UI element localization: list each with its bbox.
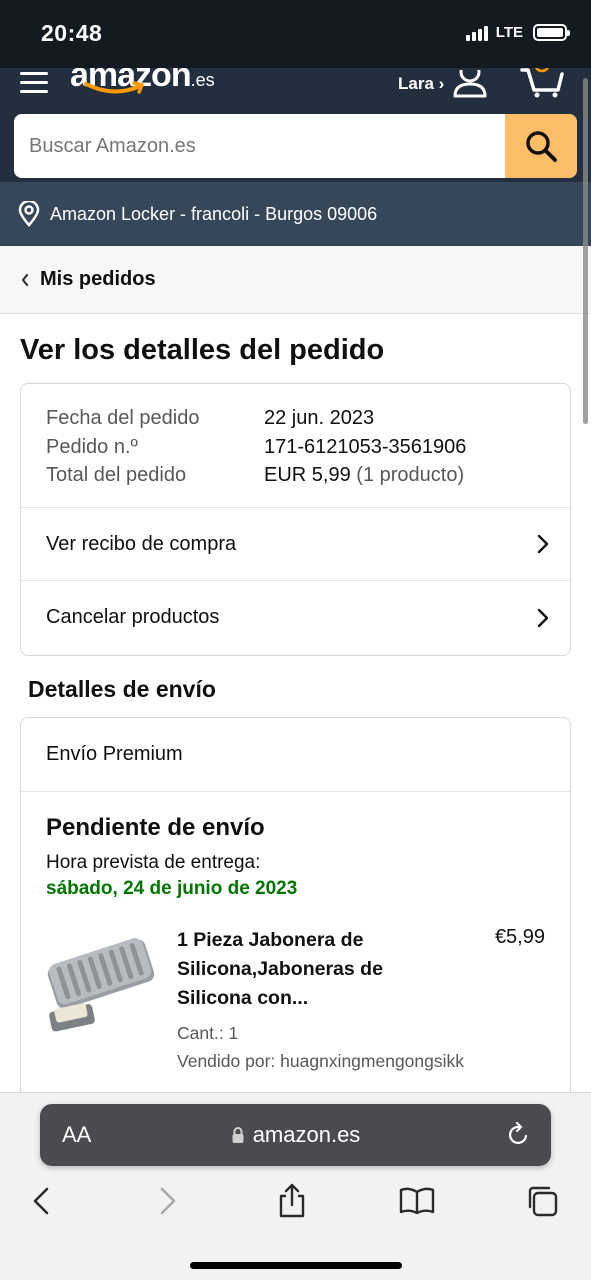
- battery-icon: [533, 24, 570, 41]
- shipping-section-title: Detalles de envío: [28, 676, 216, 702]
- account-label: Lara ›: [398, 74, 445, 93]
- breadcrumb[interactable]: Mis pedidos: [0, 246, 591, 314]
- cart-icon: [520, 68, 564, 98]
- order-total-amount: EUR 5,99: [264, 464, 351, 486]
- product-quantity: Cant.: 1: [177, 1023, 239, 1043]
- bookmarks-button[interactable]: [395, 1179, 439, 1223]
- browser-bottom-bar: AA amazon.es: [0, 1092, 591, 1280]
- search-input[interactable]: [14, 114, 505, 178]
- breadcrumb-label: Mis pedidos: [40, 268, 156, 290]
- amazon-header: amazon.es Lara ›: [0, 68, 591, 182]
- search-bar: [14, 114, 577, 178]
- search-icon: [526, 131, 557, 162]
- view-receipt-link[interactable]: Ver recibo de compra: [21, 508, 570, 581]
- address-bar[interactable]: AA amazon.es: [40, 1104, 551, 1166]
- order-number-label: Pedido n.º: [46, 435, 138, 458]
- chevron-left-icon: [21, 273, 29, 286]
- eta-label: Hora prevista de entrega:: [46, 852, 261, 873]
- forward-button[interactable]: [146, 1179, 190, 1223]
- order-number-value: 171-6121053-3561906: [264, 435, 467, 458]
- order-total-label: Total del pedido: [46, 464, 187, 486]
- order-summary-card: Fecha del pedido 22 jun. 2023 Pedido n.º…: [20, 383, 571, 656]
- delivery-location-bar[interactable]: Amazon Locker - francoli - Burgos 09006: [0, 182, 591, 246]
- shipment-card: Envío Premium Pendiente de envío Hora pr…: [20, 717, 571, 1137]
- eta-date: sábado, 24 de junio de 2023: [46, 878, 298, 899]
- browser-toolbar: [0, 1179, 591, 1229]
- page-scrollbar[interactable]: [583, 78, 588, 424]
- status-bar: 20:48 LTE: [0, 0, 591, 68]
- hamburger-menu-icon[interactable]: [20, 72, 50, 94]
- book-icon: [399, 1187, 435, 1215]
- view-receipt-label: Ver recibo de compra: [46, 532, 237, 555]
- tabs-button[interactable]: [520, 1179, 564, 1223]
- order-date-row: Fecha del pedido 22 jun. 2023: [46, 404, 545, 433]
- lock-icon: [232, 1127, 244, 1143]
- product-image[interactable]: [46, 934, 156, 1039]
- cart-button[interactable]: [520, 68, 564, 98]
- home-indicator[interactable]: [190, 1262, 402, 1269]
- url-text: amazon.es: [252, 1122, 361, 1147]
- shipment-status: Pendiente de envío: [46, 814, 265, 841]
- cancel-items-label: Cancelar productos: [46, 606, 220, 628]
- back-button[interactable]: [19, 1179, 63, 1223]
- product-seller: Vendido por: huagnxingmengongsikk: [177, 1051, 465, 1071]
- shipment: Pendiente de envío Hora prevista de entr…: [21, 792, 570, 1088]
- url-display[interactable]: amazon.es: [40, 1122, 551, 1148]
- share-button[interactable]: [270, 1179, 314, 1223]
- page-title: Ver los detalles del pedido: [20, 334, 385, 366]
- account-button[interactable]: Lara ›: [398, 70, 488, 98]
- order-total-value: EUR 5,99 (1 producto): [264, 461, 464, 490]
- status-time: 20:48: [41, 20, 103, 46]
- chevron-right-icon: [537, 534, 549, 554]
- network-label: LTE: [495, 24, 523, 41]
- share-icon: [279, 1183, 305, 1218]
- order-number-row: Pedido n.º 171-6121053-3561906: [46, 433, 545, 462]
- chevron-right-icon: [537, 608, 549, 627]
- order-summary: Fecha del pedido 22 jun. 2023 Pedido n.º…: [21, 384, 570, 508]
- cancel-items-link[interactable]: Cancelar productos: [21, 581, 570, 654]
- location-text: Amazon Locker - francoli - Burgos 09006: [50, 203, 378, 224]
- reload-icon[interactable]: [507, 1122, 531, 1148]
- order-item: 1 Pieza Jabonera de Silicona,Jaboneras d…: [46, 926, 545, 1071]
- status-indicators: LTE: [465, 24, 570, 41]
- product-title[interactable]: 1 Pieza Jabonera de Silicona,Jaboneras d…: [177, 926, 427, 1013]
- order-total-count: (1 producto): [356, 464, 465, 486]
- product-price: €5,99: [494, 926, 545, 948]
- order-date-value: 22 jun. 2023: [264, 407, 375, 429]
- location-pin-icon: [18, 201, 40, 227]
- user-icon: [453, 70, 487, 98]
- shipping-method: Envío Premium: [21, 718, 570, 792]
- back-arrow-icon: [33, 1187, 49, 1215]
- logo-smile-icon: [84, 81, 144, 94]
- order-total-row: Total del pedido EUR 5,99 (1 producto): [46, 461, 545, 490]
- signal-icon: [465, 25, 488, 41]
- order-date-label: Fecha del pedido: [46, 407, 200, 429]
- search-button[interactable]: [505, 114, 577, 178]
- forward-arrow-icon: [160, 1187, 176, 1215]
- tabs-icon: [528, 1186, 558, 1217]
- logo-suffix: .es: [190, 70, 215, 90]
